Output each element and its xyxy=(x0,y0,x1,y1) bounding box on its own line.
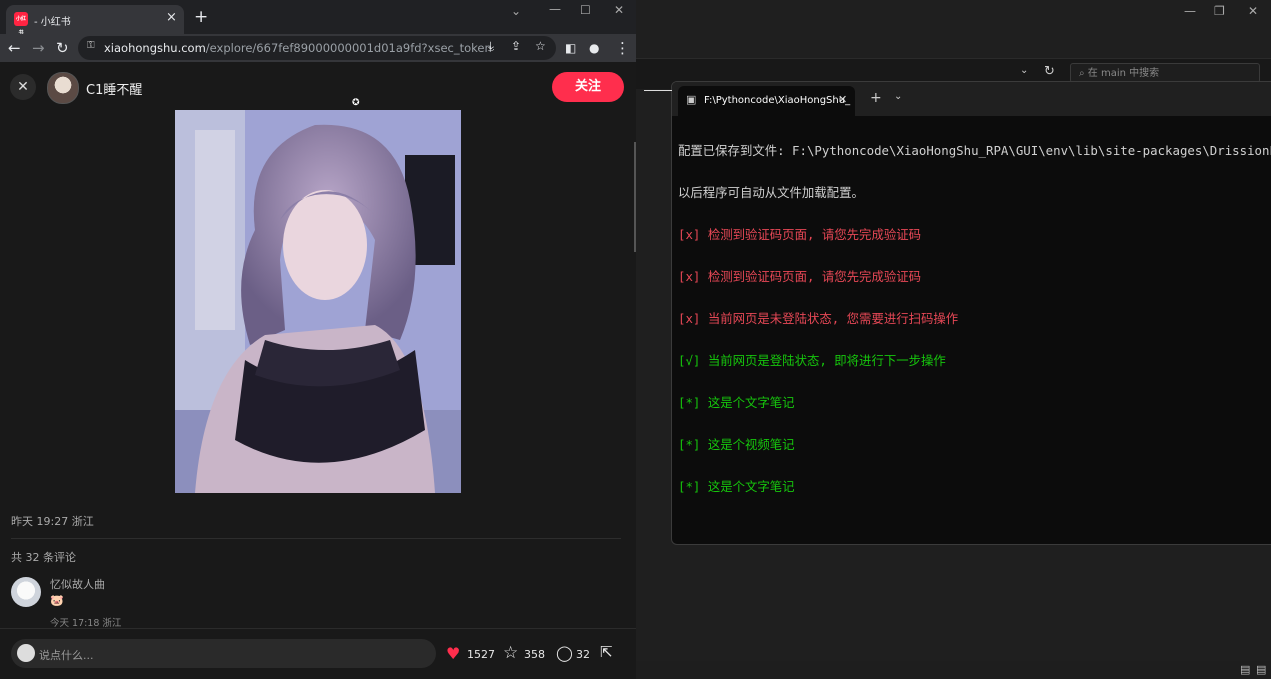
terminal-tabbar: ▣ F:\Pythoncode\XiaoHongShu_ ✕ + ⌄ xyxy=(672,82,1271,116)
minimize-icon[interactable]: — xyxy=(549,2,561,16)
tab-search-icon[interactable]: ⌄ xyxy=(511,4,521,18)
comment-total: 32 xyxy=(576,648,590,661)
terminal-line: [x] 检测到验证码页面, 请您先完成验证码 xyxy=(678,227,922,242)
terminal-tab[interactable]: ▣ F:\Pythoncode\XiaoHongShu_ ✕ xyxy=(678,86,855,116)
close-window-icon[interactable]: ✕ xyxy=(614,3,624,17)
divider xyxy=(11,538,621,539)
address-text[interactable]: xiaohongshu.com/explore/667fef8900000000… xyxy=(104,41,494,55)
browser-tabstrip: 小红书 - 小红书 × + ⌄ — ☐ ✕ xyxy=(0,0,636,36)
follow-button[interactable]: 关注 xyxy=(552,72,624,102)
browser-tab-title: - 小红书 xyxy=(34,17,71,28)
site-info-icon[interactable]: ⚿ xyxy=(87,40,95,51)
like-count: 1527 xyxy=(467,648,495,661)
terminal-output: 配置已保存到文件: F:\Pythoncode\XiaoHongShu_RPA\… xyxy=(678,116,1271,522)
bookmark-star-icon[interactable]: ☆ xyxy=(535,39,546,53)
editor-titlebar: — ❐ ✕ xyxy=(636,0,1271,58)
terminal-line: [*] 这是个文字笔记 xyxy=(678,479,795,494)
maximize-icon[interactable]: ☐ xyxy=(580,3,591,17)
author-avatar[interactable] xyxy=(47,72,79,104)
window-edge-line xyxy=(644,90,672,91)
comment-count: 共 32 条评论 xyxy=(11,551,76,564)
url-host: xiaohongshu.com xyxy=(104,41,206,55)
commenter-avatar[interactable] xyxy=(11,577,41,607)
terminal-line: 以后程序可自动从文件加载配置。 xyxy=(678,185,864,200)
page-scrollbar[interactable] xyxy=(634,142,636,252)
chevron-down-icon[interactable]: ⌄ xyxy=(1020,65,1028,76)
share-icon[interactable]: ⇱ xyxy=(600,643,613,661)
terminal-line: [x] 检测到验证码页面, 请您先完成验证码 xyxy=(678,269,922,284)
close-icon: ✕ xyxy=(17,79,29,95)
terminal-tab-title: F:\Pythoncode\XiaoHongShu_ xyxy=(704,95,851,106)
close-icon[interactable]: ✕ xyxy=(1248,4,1258,18)
engagement-bar: 说点什么... ♥ 1527 ☆ 358 ◯ 32 ⇱ xyxy=(0,628,636,679)
terminal-window: ▣ F:\Pythoncode\XiaoHongShu_ ✕ + ⌄ 配置已保存… xyxy=(671,81,1271,545)
terminal-line: [*] 这是个视频笔记 xyxy=(678,437,795,452)
browser-window: 小红书 - 小红书 × + ⌄ — ☐ ✕ ← → ↻ ⚿ xiaohongsh… xyxy=(0,0,636,679)
post-date: 昨天 19:27 浙江 xyxy=(11,515,94,528)
browser-toolbar: ← → ↻ ⚿ xiaohongshu.com/explore/667fef89… xyxy=(0,34,636,62)
comment-input[interactable]: 说点什么... xyxy=(11,639,436,668)
collect-star-icon[interactable]: ☆ xyxy=(503,643,518,663)
photo-illustration xyxy=(175,110,461,493)
collect-count: 358 xyxy=(524,648,545,661)
terminal-line: [x] 当前网页是未登陆状态, 您需要进行扫码操作 xyxy=(678,311,959,326)
new-tab-icon[interactable]: + xyxy=(194,7,208,27)
profile-icon[interactable]: ● xyxy=(589,38,599,58)
terminal-line: 配置已保存到文件: F:\Pythoncode\XiaoHongShu_RPA\… xyxy=(678,143,1271,158)
refresh-icon[interactable]: ↻ xyxy=(1044,64,1055,79)
close-tab-icon[interactable]: × xyxy=(166,10,177,25)
close-tab-icon[interactable]: ✕ xyxy=(838,93,847,106)
terminal-line: [*] 这是个文字笔记 xyxy=(678,395,795,410)
terminal-icon: ▣ xyxy=(686,93,697,106)
search-icon: ⌕ xyxy=(1079,68,1088,79)
browser-tab[interactable]: 小红书 - 小红书 × xyxy=(6,5,184,36)
note-photo[interactable] xyxy=(175,110,461,493)
forward-icon[interactable]: → xyxy=(32,38,45,58)
editor-search-placeholder: 在 main 中搜索 xyxy=(1087,68,1160,79)
menu-icon[interactable]: ⋮ xyxy=(615,38,630,58)
back-icon[interactable]: ← xyxy=(8,38,21,58)
author-name[interactable]: C1睡不醒 xyxy=(86,79,142,98)
xiaohongshu-favicon-icon: 小红书 xyxy=(14,12,28,36)
editor-search-input[interactable]: ⌕ 在 main 中搜索 xyxy=(1070,63,1260,83)
reload-icon[interactable]: ↻ xyxy=(56,38,69,58)
tab-dropdown-icon[interactable]: ⌄ xyxy=(894,91,902,102)
url-path: /explore/667fef89000000001d01a9fd?xsec_t… xyxy=(205,41,494,55)
new-tab-icon[interactable]: + xyxy=(870,90,882,106)
comment-text: 🐷 xyxy=(50,594,64,607)
minimize-icon[interactable]: — xyxy=(1184,4,1196,18)
commenter-name[interactable]: 忆似故人曲 xyxy=(50,576,105,592)
restore-icon[interactable]: ❐ xyxy=(1214,4,1225,18)
my-avatar xyxy=(17,644,35,662)
cursor-icon: ✪ xyxy=(352,98,360,108)
comment-input-placeholder: 说点什么... xyxy=(39,649,94,662)
layout-icon-2[interactable]: ▤ xyxy=(1256,663,1266,676)
side-panel-icon[interactable]: ◧ xyxy=(565,38,576,58)
share-icon[interactable]: ⇪ xyxy=(511,39,521,53)
like-heart-icon[interactable]: ♥ xyxy=(446,644,460,663)
close-note-button[interactable]: ✕ xyxy=(10,74,36,100)
note-header: ✕ C1睡不醒 关注 ✪ xyxy=(0,62,636,110)
comment-bubble-icon[interactable]: ◯ xyxy=(556,644,573,662)
comment-time: 今天 17:18 浙江 xyxy=(50,618,122,629)
layout-icon[interactable]: ▤ xyxy=(1240,663,1250,676)
editor-statusbar: ▤ ▤ xyxy=(636,661,1271,679)
install-icon[interactable]: ⤓ xyxy=(488,39,493,54)
terminal-line: [√] 当前网页是登陆状态, 即将进行下一步操作 xyxy=(678,353,946,368)
address-bar[interactable]: ⚿ xiaohongshu.com/explore/667fef89000000… xyxy=(78,36,556,60)
note-page: ✕ C1睡不醒 关注 ✪ 昨天 19:27 浙江 共 32 条评论 忆似故人曲 … xyxy=(0,62,636,679)
